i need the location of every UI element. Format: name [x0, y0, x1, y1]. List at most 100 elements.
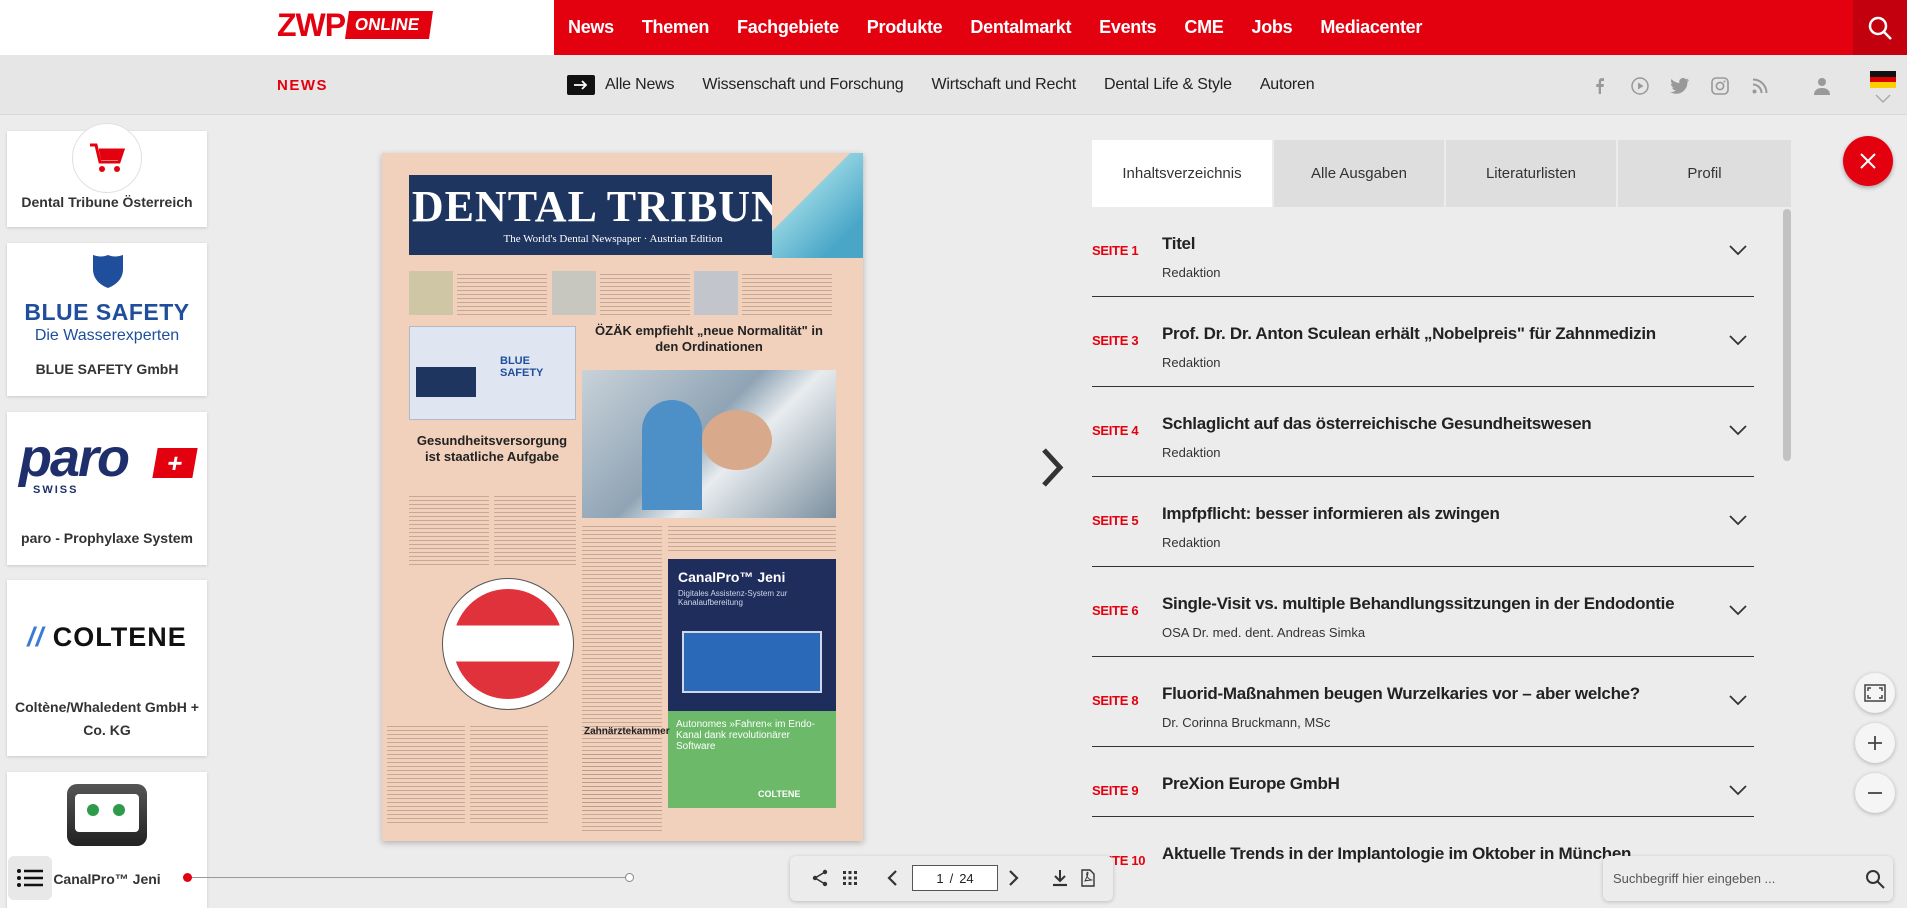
close-button[interactable] [1843, 136, 1893, 186]
twitter-icon[interactable] [1669, 75, 1691, 97]
toc-menu-button[interactable] [8, 856, 52, 900]
nav-mediacenter[interactable]: Mediacenter [1320, 17, 1422, 38]
toc-title[interactable]: Impfpflicht: besser informieren als zwin… [1162, 504, 1500, 524]
header-search-button[interactable] [1853, 0, 1907, 55]
chevron-down-icon[interactable] [1728, 423, 1748, 437]
toc-title[interactable]: Titel [1162, 234, 1195, 254]
toc-item[interactable]: SEITE 8 Fluorid-Maßnahmen beugen Wurzelk… [1092, 657, 1754, 747]
issue-panel: Inhaltsverzeichnis Alle Ausgaben Literat… [1092, 140, 1791, 908]
zoom-out-button[interactable] [1855, 773, 1895, 813]
rss-icon[interactable] [1749, 75, 1771, 97]
chevron-down-icon[interactable] [1728, 783, 1748, 797]
sidebar-card-coltene[interactable]: // COLTENE Coltène/Whaledent GmbH + Co. … [7, 580, 207, 756]
pdf-icon[interactable] [1078, 868, 1098, 888]
subnav-wirtschaft[interactable]: Wirtschaft und Recht [931, 76, 1076, 94]
subnav-dental-life[interactable]: Dental Life & Style [1104, 76, 1232, 94]
subnav-autoren[interactable]: Autoren [1260, 76, 1315, 94]
page-slider-handle[interactable] [183, 873, 192, 882]
toc-author: Redaktion [1162, 445, 1221, 460]
download-icon[interactable] [1050, 868, 1070, 888]
user-icon[interactable] [1811, 75, 1833, 97]
fullscreen-button[interactable] [1855, 673, 1895, 713]
toc-title[interactable]: Aktuelle Trends in der Implantologie im … [1162, 844, 1631, 864]
tab-inhaltsverzeichnis[interactable]: Inhaltsverzeichnis [1092, 140, 1274, 207]
toc-title[interactable]: Fluorid-Maßnahmen beugen Wurzelkaries vo… [1162, 684, 1640, 704]
current-page[interactable]: 1 [936, 871, 943, 886]
nav-jobs[interactable]: Jobs [1252, 17, 1293, 38]
nav-news[interactable]: News [568, 17, 614, 38]
chevron-down-icon[interactable] [1728, 333, 1748, 347]
grid-icon[interactable] [840, 868, 860, 888]
cart-button[interactable] [72, 123, 142, 193]
instagram-icon[interactable] [1709, 75, 1731, 97]
chevron-down-icon[interactable] [1875, 94, 1891, 104]
masthead-title: DENTAL TRIBUNE [411, 182, 815, 231]
toc-author: Redaktion [1162, 535, 1221, 550]
page-slider-track[interactable] [187, 877, 630, 878]
toc-title[interactable]: Schlaglicht auf das österreichische Gesu… [1162, 414, 1592, 434]
sidebar-card-blue-safety[interactable]: BLUE SAFETY Die Wasserexperten BLUE SAFE… [7, 243, 207, 396]
toc-item[interactable]: SEITE 9 PreXion Europe GmbH [1092, 747, 1754, 817]
nav-cme[interactable]: CME [1184, 17, 1223, 38]
content-search-box [1603, 856, 1893, 901]
sidebar-card-label: BLUE SAFETY GmbH [35, 361, 179, 377]
list-menu-icon [17, 869, 43, 887]
main-headline: ÖZÄK empfiehlt „neue Normalität" in den … [595, 323, 823, 354]
toc-item[interactable]: SEITE 6 Single-Visit vs. multiple Behand… [1092, 567, 1754, 657]
share-icon[interactable] [810, 868, 830, 888]
nav-events[interactable]: Events [1099, 17, 1157, 38]
paro-cross-icon: + [152, 448, 198, 478]
search-icon[interactable] [1865, 869, 1885, 889]
sidebar-card-paro[interactable]: paro + SWISS paro - Prophylaxe System [7, 412, 207, 565]
search-icon [1868, 16, 1892, 40]
zwp-online-logo[interactable]: ZWP ONLINE [277, 7, 434, 43]
panel-tabs: Inhaltsverzeichnis Alle Ausgaben Literat… [1092, 140, 1791, 207]
germany-flag-icon[interactable] [1870, 71, 1896, 88]
nav-produkte[interactable]: Produkte [867, 17, 943, 38]
zoom-in-button[interactable] [1855, 723, 1895, 763]
nav-fachgebiete[interactable]: Fachgebiete [737, 17, 839, 38]
small-ad-brand: BLUE SAFETY [500, 355, 544, 379]
toc-page: SEITE 5 [1092, 513, 1139, 528]
toc-title[interactable]: PreXion Europe GmbH [1162, 774, 1340, 794]
chevron-down-icon[interactable] [1728, 243, 1748, 257]
page-indicator[interactable]: 1 / 24 [912, 865, 998, 891]
table-of-contents: SEITE 1 Titel Redaktion SEITE 3 Prof. Dr… [1092, 207, 1791, 908]
cart-icon [90, 143, 125, 172]
toc-item[interactable]: SEITE 5 Impfpflicht: besser informieren … [1092, 477, 1754, 567]
sidebar-card-dental-tribune[interactable]: Dental Tribune Österreich [7, 123, 207, 227]
toc-title[interactable]: Prof. Dr. Dr. Anton Sculean erhält „Nobe… [1162, 324, 1656, 344]
toc-item[interactable]: SEITE 4 Schlaglicht auf das österreichis… [1092, 387, 1754, 477]
tab-alle-ausgaben[interactable]: Alle Ausgaben [1274, 140, 1446, 207]
subnav-wissenschaft[interactable]: Wissenschaft und Forschung [702, 76, 903, 94]
toc-item[interactable]: SEITE 3 Prof. Dr. Dr. Anton Sculean erhä… [1092, 297, 1754, 387]
chevron-down-icon[interactable] [1728, 693, 1748, 707]
canalpro-ad-brand: COLTENE [758, 789, 801, 799]
blue-safety-logo-text: BLUE SAFETY [24, 299, 190, 325]
next-page-icon[interactable] [1004, 868, 1024, 888]
toc-title[interactable]: Single-Visit vs. multiple Behandlungssit… [1162, 594, 1675, 614]
teaser-image [409, 271, 453, 315]
paro-logo-text: paro [19, 428, 130, 488]
blue-safety-shield-icon [93, 255, 123, 288]
youtube-icon[interactable] [1629, 75, 1651, 97]
newspaper-page[interactable]: DENTAL TRIBUNE The World's Dental Newspa… [382, 153, 863, 841]
canalpro-ad-sub: Digitales Assistenz-System zur Kanalaufb… [678, 589, 788, 607]
facebook-icon[interactable] [1589, 75, 1611, 97]
toc-scrollbar-thumb[interactable] [1783, 209, 1791, 461]
subnav-alle-news[interactable]: Alle News [605, 76, 675, 94]
content-search-input[interactable] [1613, 864, 1853, 892]
section-title: NEWS [277, 77, 328, 94]
toc-item[interactable]: SEITE 1 Titel Redaktion [1092, 207, 1754, 297]
prev-page-icon[interactable] [882, 868, 902, 888]
minus-icon [1868, 792, 1882, 794]
chevron-down-icon[interactable] [1728, 513, 1748, 527]
chevron-down-icon[interactable] [1728, 603, 1748, 617]
nav-dentalmarkt[interactable]: Dentalmarkt [970, 17, 1071, 38]
logo-zwp-text: ZWP [277, 7, 346, 43]
masthead-tagline: The World's Dental Newspaper · Austrian … [503, 233, 723, 245]
next-page-arrow-icon[interactable] [1036, 445, 1068, 490]
nav-themen[interactable]: Themen [642, 17, 710, 38]
tab-literaturlisten[interactable]: Literaturlisten [1446, 140, 1618, 207]
tab-profil[interactable]: Profil [1618, 140, 1791, 207]
